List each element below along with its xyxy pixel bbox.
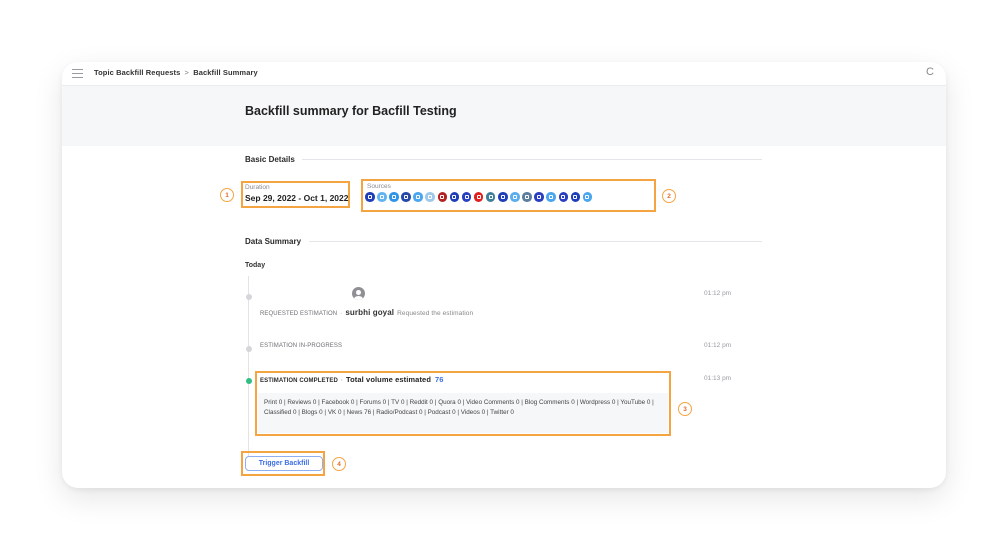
source-17-source-icon[interactable] bbox=[558, 192, 568, 202]
source-glyph bbox=[464, 195, 469, 199]
annotation-marker-2: 2 bbox=[662, 189, 676, 203]
sources-label: Sources bbox=[367, 183, 391, 190]
source-glyph bbox=[488, 195, 493, 199]
event-estimation-in-progress: ESTIMATION IN-PROGRESS bbox=[260, 343, 343, 349]
reddit-source-icon[interactable] bbox=[425, 192, 435, 202]
timeline-line bbox=[248, 276, 249, 456]
source-18-source-icon[interactable] bbox=[570, 192, 581, 202]
source-glyph bbox=[573, 195, 578, 199]
source-glyph bbox=[379, 195, 384, 199]
source-glyph bbox=[585, 195, 590, 199]
source-glyph bbox=[440, 195, 445, 199]
source-glyph bbox=[524, 195, 529, 199]
source-glyph bbox=[537, 195, 542, 199]
quora-source-icon[interactable] bbox=[437, 192, 448, 202]
source-glyph bbox=[391, 195, 396, 199]
source-2-source-icon[interactable] bbox=[377, 192, 387, 202]
timeline-dot-complete bbox=[245, 378, 252, 384]
day-label: Today bbox=[245, 262, 266, 269]
source-glyph bbox=[549, 195, 554, 199]
page-title: Backfill summary for Bacfill Testing bbox=[245, 104, 457, 118]
header-band bbox=[62, 86, 946, 146]
event-requested-estimation: REQUESTED ESTIMATION · surbhi goyal Request… bbox=[260, 308, 473, 317]
twitter-source-icon[interactable] bbox=[582, 192, 593, 202]
source-glyph bbox=[476, 195, 481, 199]
event-time: 01:13 pm bbox=[704, 375, 732, 382]
section-divider bbox=[309, 241, 762, 242]
breadcrumb-backfill-summary: Backfill Summary bbox=[193, 68, 258, 77]
trigger-backfill-button[interactable]: Trigger Backfill bbox=[245, 456, 323, 471]
top-bar: Topic Backfill Requests > Backfill Summa… bbox=[62, 62, 946, 86]
breadcrumb-topic-backfill-requests[interactable]: Topic Backfill Requests bbox=[94, 68, 180, 77]
source-glyph bbox=[561, 195, 566, 199]
source-glyph bbox=[512, 195, 517, 199]
source-1-source-icon[interactable] bbox=[365, 192, 375, 202]
source-glyph bbox=[428, 195, 433, 199]
source-8-source-icon[interactable] bbox=[449, 192, 460, 202]
source-13-source-icon[interactable] bbox=[510, 192, 520, 202]
annotation-marker-1: 1 bbox=[220, 188, 234, 202]
source-11-source-icon[interactable] bbox=[485, 192, 496, 202]
source-16-source-icon[interactable] bbox=[546, 192, 556, 202]
event-separator: · bbox=[340, 378, 343, 384]
timeline-dot bbox=[245, 294, 252, 300]
source-12-source-icon[interactable] bbox=[498, 192, 508, 202]
hamburger-icon[interactable] bbox=[72, 69, 83, 78]
breadcrumb-separator: > bbox=[184, 68, 190, 77]
annotation-marker-3: 3 bbox=[678, 402, 692, 416]
basic-details-title: Basic Details bbox=[245, 155, 295, 164]
source-14-source-icon[interactable] bbox=[522, 192, 532, 202]
event-time: 01:12 pm bbox=[704, 342, 732, 349]
event-estimation-completed: ESTIMATION COMPLETED · Total volume estima… bbox=[260, 375, 444, 384]
source-glyph bbox=[500, 195, 505, 199]
youtube-source-icon[interactable] bbox=[473, 192, 484, 202]
source-glyph bbox=[404, 195, 409, 199]
source-9-source-icon[interactable] bbox=[461, 192, 472, 202]
source-glyph bbox=[416, 195, 421, 199]
annotation-marker-4: 4 bbox=[332, 457, 346, 471]
duration-label: Duration bbox=[245, 184, 270, 191]
app-window: Topic Backfill Requests > Backfill Summa… bbox=[62, 62, 946, 488]
total-volume-value: 76 bbox=[435, 375, 444, 384]
event-user: surbhi goyal bbox=[345, 308, 395, 317]
breadcrumb: Topic Backfill Requests > Backfill Summa… bbox=[94, 68, 258, 77]
timeline-dot bbox=[245, 346, 252, 352]
user-avatar-icon bbox=[352, 287, 365, 300]
event-label: ESTIMATION COMPLETED bbox=[260, 378, 338, 384]
source-glyph bbox=[452, 195, 457, 199]
event-description: Requested the estimation bbox=[397, 310, 474, 317]
event-time: 01:12 pm bbox=[704, 290, 732, 297]
duration-value: Sep 29, 2022 - Oct 1, 2022 bbox=[245, 193, 349, 203]
facebook-source-icon[interactable] bbox=[401, 192, 411, 202]
section-divider bbox=[302, 159, 762, 160]
source-5-source-icon[interactable] bbox=[413, 192, 423, 202]
sources-list bbox=[365, 192, 593, 202]
total-volume-label: Total volume estimated bbox=[346, 375, 431, 384]
source-15-source-icon[interactable] bbox=[534, 192, 544, 202]
source-glyph bbox=[367, 195, 372, 199]
data-summary-title: Data Summary bbox=[245, 237, 302, 246]
refresh-icon[interactable]: C bbox=[926, 66, 934, 78]
source-breakdown: Print 0 | Reviews 0 | Facebook 0 | Forum… bbox=[258, 393, 668, 433]
event-label: REQUESTED ESTIMATION bbox=[260, 311, 338, 317]
source-3-source-icon[interactable] bbox=[389, 192, 399, 202]
